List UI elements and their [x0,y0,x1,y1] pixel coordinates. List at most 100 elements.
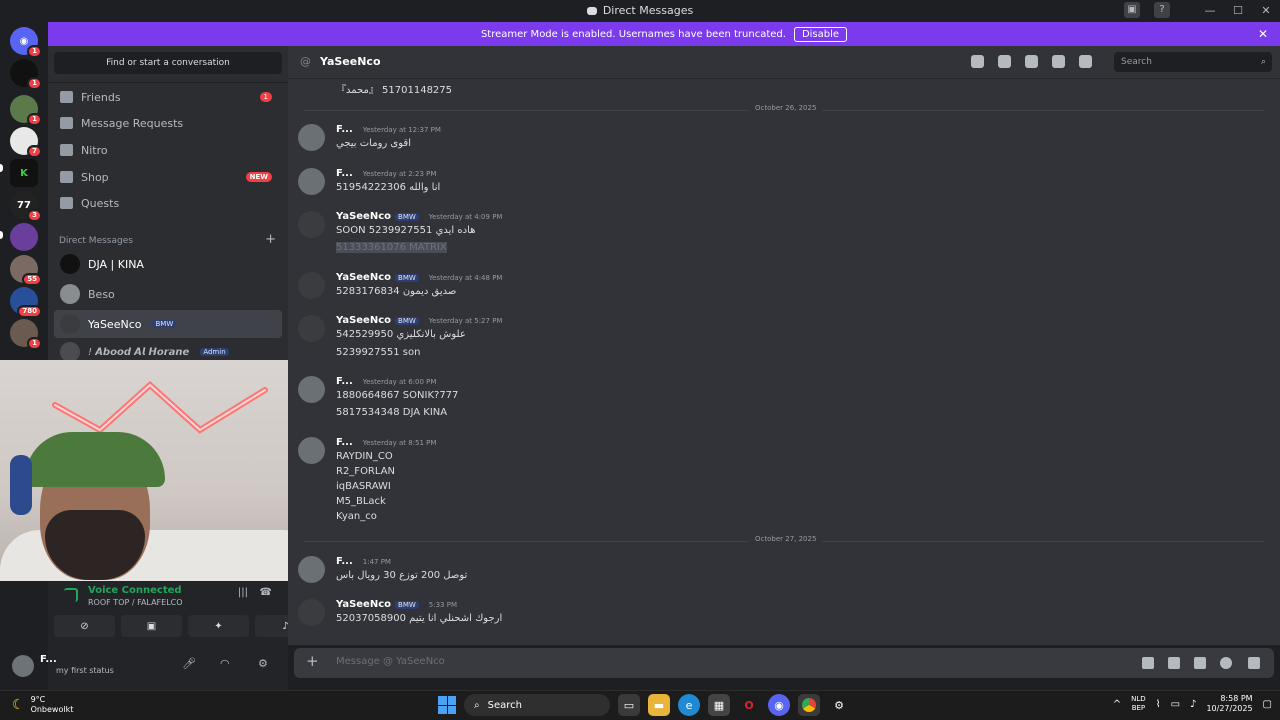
gear-icon[interactable]: ⚙ [258,657,268,670]
keyboard-lang[interactable]: NLD [1131,695,1146,704]
file-explorer-icon[interactable]: ▬ [648,694,670,716]
author[interactable]: YaSeeNco [336,211,391,222]
search-input[interactable]: Search ⌕ [1114,52,1272,72]
discord-taskbar-icon[interactable]: ◉ [768,694,790,716]
find-conversation-button[interactable]: Find or start a conversation [54,52,282,74]
profile-icon[interactable] [1079,55,1092,68]
server-icon[interactable]: 1 [10,59,42,90]
message-text: 5283176834 صديق ديمون [336,286,457,297]
weather-widget[interactable]: ☾ 9°C Onbewolkt [12,695,73,715]
timestamp: 1:47 PM [362,557,391,566]
server-icon[interactable]: 7 [10,127,42,158]
message-composer[interactable]: + Message @ YaSeeNco [294,648,1274,678]
author[interactable]: YaSeeNco [336,599,391,610]
voice-call-icon[interactable] [971,55,984,68]
taskbar-search-label: Search [487,699,522,711]
network-icon[interactable]: ⌇ [1156,699,1161,710]
weather-desc: Onbewolkt [30,705,74,714]
author[interactable]: F... [336,437,353,448]
add-attachment-button[interactable]: + [306,652,319,670]
headphones-icon[interactable]: ◠ [220,657,230,670]
minimize-button[interactable]: — [1196,4,1224,17]
avatar[interactable] [298,599,325,626]
author[interactable]: F... [336,124,353,135]
server-icon[interactable]: 55 [10,255,42,286]
avatar[interactable] [12,655,34,677]
timestamp: Yesterday at 4:48 PM [428,273,503,282]
microphone-icon[interactable]: 🎤︎ [182,657,196,670]
avatar[interactable] [298,168,325,195]
nav-message-requests[interactable]: Message Requests [54,111,282,135]
emoji-icon[interactable] [1220,657,1232,669]
apps-icon[interactable] [1248,657,1260,669]
server-icon[interactable]: 1 [10,319,42,350]
dm-item-active[interactable]: YaSeeNco BMW [54,310,282,338]
dm-item[interactable]: Beso [54,280,282,308]
avatar[interactable] [298,376,325,403]
close-window-button[interactable]: ✕ [1252,4,1280,17]
nav-friends[interactable]: Friends 1 [54,85,282,109]
avatar[interactable] [298,437,325,464]
author[interactable]: F... [336,556,353,567]
time: 8:58 PM [1220,694,1253,703]
edge-icon[interactable]: e [678,694,700,716]
store-icon[interactable]: ▦ [708,694,730,716]
author[interactable]: F... [336,168,353,179]
windows-start-icon[interactable] [438,696,456,714]
clock[interactable]: 8:58 PM 10/27/2025 [1206,694,1252,714]
disconnect-icon[interactable]: ☎ [260,587,272,598]
taskbar-search[interactable]: ⌕ Search [464,694,610,716]
video-call-icon[interactable] [998,55,1011,68]
home-button[interactable]: ◉ 1 [10,27,42,58]
author[interactable]: YaSeeNco [336,315,391,326]
badge: 55 [22,273,42,286]
timestamp: Yesterday at 2:23 PM [362,169,437,178]
volume-icon[interactable]: ♪ [1190,699,1196,710]
author[interactable]: YaSeeNco [336,272,391,283]
pin-icon[interactable] [1025,55,1038,68]
notifications-icon[interactable]: ▢ [1263,699,1272,710]
opera-icon[interactable]: O [738,694,760,716]
server-icon[interactable]: K [10,159,38,187]
avatar[interactable] [298,272,325,299]
gift-icon[interactable] [1142,657,1154,669]
noise-suppression-icon[interactable]: ||| [238,587,248,598]
avatar[interactable] [298,556,325,583]
chevron-up-icon[interactable]: ^ [1113,699,1121,710]
create-dm-button[interactable]: + [265,232,276,247]
dm-item[interactable]: DJA | KINA [54,250,282,278]
gif-icon[interactable] [1168,657,1180,669]
disable-streamer-button[interactable]: Disable [793,26,848,42]
add-friend-icon[interactable] [1052,55,1065,68]
task-view-icon[interactable]: ▭ [618,694,640,716]
voice-channel[interactable]: ROOF TOP / FALAFELCO [88,598,183,607]
display-icon[interactable]: ▭ [1171,699,1180,710]
app-icon[interactable]: ⚙ [828,694,850,716]
nav-label: Shop [81,170,109,184]
maximize-button[interactable]: ☐ [1224,4,1252,17]
activities-button[interactable]: ✦ [188,615,249,637]
nav-nitro[interactable]: Nitro [54,138,282,162]
avatar[interactable] [298,211,325,238]
avatar[interactable] [298,124,325,151]
close-icon[interactable]: ✕ [1258,27,1268,41]
camera-off-button[interactable]: ⊘ [54,615,115,637]
server-icon[interactable]: 1 [10,95,42,126]
server-icon[interactable] [10,223,38,251]
server-icon[interactable]: 77 3 [10,191,42,222]
nav-label: Message Requests [81,116,184,130]
nav-shop[interactable]: Shop NEW [54,165,282,189]
message-text: 5239927551 son [336,347,421,358]
message-text: 51954222306 انا والله [336,182,441,193]
title-bar: Direct Messages ▣ ? — ☐ ✕ [0,0,1280,21]
nav-quests[interactable]: Quests [54,191,282,215]
server-icon[interactable]: 780 [10,287,42,318]
sticker-icon[interactable] [1194,657,1206,669]
help-icon[interactable]: ? [1154,2,1170,18]
inbox-icon[interactable]: ▣ [1124,2,1140,18]
avatar[interactable] [298,315,325,342]
author[interactable]: F... [336,376,353,387]
chrome-icon[interactable] [798,694,820,716]
screen-share-button[interactable]: ▣ [121,615,182,637]
streamer-mode-banner: Streamer Mode is enabled. Usernames have… [48,22,1280,46]
